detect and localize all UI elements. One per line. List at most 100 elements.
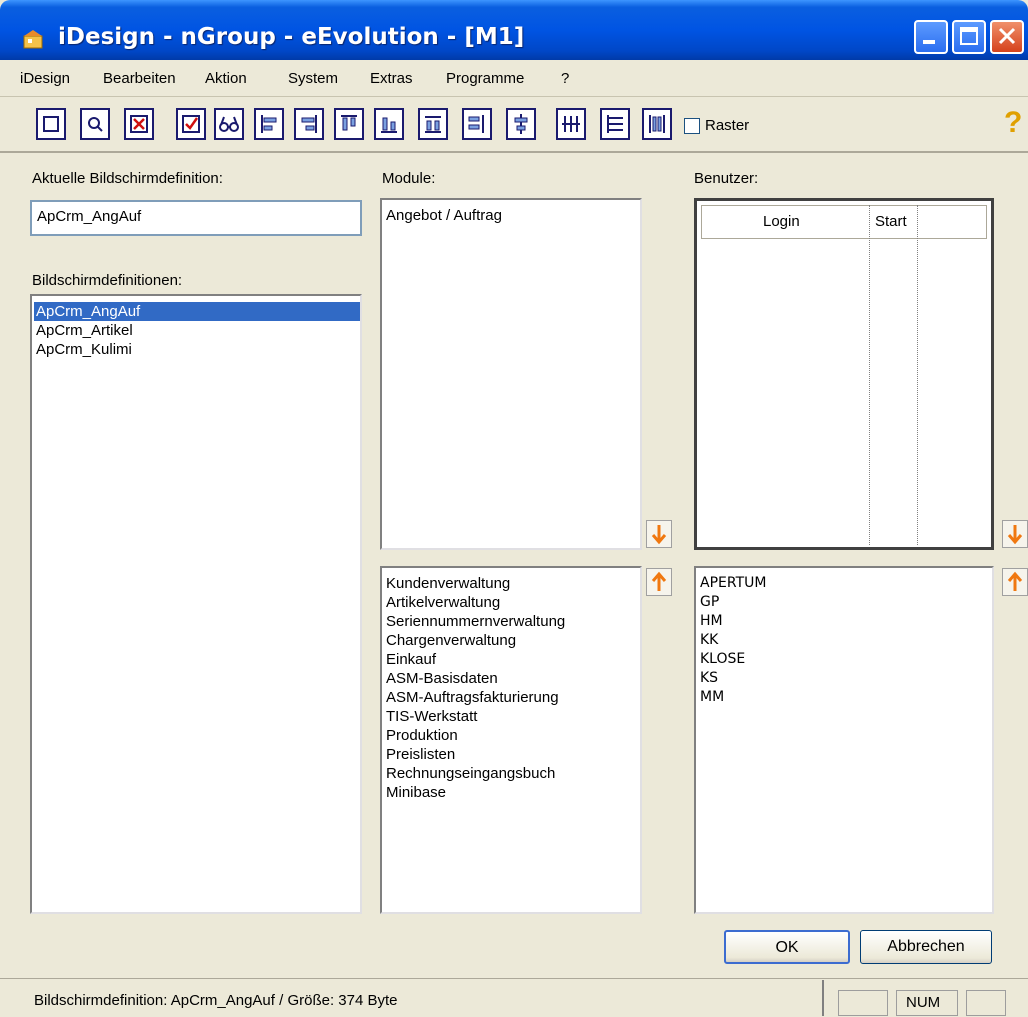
column-header-start[interactable]: Start	[875, 213, 907, 230]
column-divider	[869, 205, 871, 545]
minimize-button[interactable]	[914, 20, 948, 54]
glasses-button[interactable]	[214, 108, 244, 140]
module-item[interactable]: Angebot / Auftrag	[386, 206, 502, 225]
current-definition-label: Aktuelle Bildschirmdefinition:	[32, 170, 223, 187]
arrow-up-icon	[651, 571, 667, 591]
status-panel-empty	[838, 990, 888, 1016]
close-button[interactable]	[990, 20, 1024, 54]
module-item[interactable]: Kundenverwaltung	[386, 574, 510, 593]
available-users-list[interactable]: APERTUM GP HM KK KLOSE KS MM	[694, 566, 994, 914]
move-down-modules-button[interactable]	[646, 520, 672, 548]
available-modules-list[interactable]: Kundenverwaltung Artikelverwaltung Serie…	[380, 566, 642, 914]
menu-extras[interactable]: Extras	[370, 70, 413, 87]
module-item[interactable]: ASM-Auftragsfakturierung	[386, 688, 559, 707]
glasses-icon	[219, 116, 239, 132]
status-panel-scroll	[966, 990, 1006, 1016]
move-up-users-button[interactable]	[1002, 568, 1028, 596]
help-icon[interactable]: ?	[1004, 106, 1022, 140]
module-item[interactable]: Seriennummernverwaltung	[386, 612, 565, 631]
maximize-button[interactable]	[952, 20, 986, 54]
delete-button[interactable]	[124, 108, 154, 140]
align-right-button[interactable]	[294, 108, 324, 140]
menu-system[interactable]: System	[288, 70, 338, 87]
grid-columns-button[interactable]	[556, 108, 586, 140]
menu-help[interactable]: ?	[561, 70, 569, 87]
title-bar[interactable]: iDesign - nGroup - eEvolution - [M1]	[0, 0, 1028, 60]
distribute-vertical-icon	[649, 115, 665, 133]
check-icon	[182, 115, 200, 133]
menu-bearbeiten[interactable]: Bearbeiten	[103, 70, 176, 87]
spacing-button[interactable]	[418, 108, 448, 140]
grid-header	[701, 205, 987, 239]
module-item[interactable]: Artikelverwaltung	[386, 593, 500, 612]
status-divider	[822, 980, 824, 1016]
new-icon	[43, 116, 59, 132]
raster-checkbox[interactable]	[684, 118, 700, 134]
align-bottom-icon	[381, 117, 397, 133]
module-item[interactable]: Produktion	[386, 726, 458, 745]
align-top-icon	[341, 115, 357, 131]
arrow-up-icon	[1007, 571, 1023, 591]
grid-rows-icon	[607, 115, 623, 133]
preview-icon	[88, 117, 103, 132]
module-item[interactable]: Rechnungseingangsbuch	[386, 764, 555, 783]
status-text: Bildschirmdefinition: ApCrm_AngAuf / Grö…	[34, 992, 398, 1009]
definition-item[interactable]: ApCrm_Artikel	[36, 321, 133, 340]
arrow-down-icon	[1007, 525, 1023, 545]
user-item[interactable]: KK	[700, 631, 718, 650]
ok-button[interactable]: OK	[724, 930, 850, 964]
definition-item[interactable]: ApCrm_AngAuf	[34, 302, 360, 321]
definitions-label: Bildschirmdefinitionen:	[32, 272, 183, 289]
menu-aktion[interactable]: Aktion	[205, 70, 247, 87]
module-item[interactable]: Preislisten	[386, 745, 455, 764]
definitions-list[interactable]: ApCrm_AngAuf ApCrm_Artikel ApCrm_Kulimi	[30, 294, 362, 914]
module-item[interactable]: Einkauf	[386, 650, 436, 669]
user-item[interactable]: GP	[700, 593, 719, 612]
align-left-button[interactable]	[254, 108, 284, 140]
user-item[interactable]: MM	[700, 688, 724, 707]
modules-label: Module:	[382, 170, 436, 187]
num-indicator: NUM	[906, 994, 941, 1011]
align-right-icon	[301, 115, 317, 133]
column-header-login[interactable]: Login	[763, 213, 800, 230]
menu-idesign[interactable]: iDesign	[20, 70, 70, 87]
user-item[interactable]: HM	[700, 612, 723, 631]
move-down-users-button[interactable]	[1002, 520, 1028, 548]
menu-programme[interactable]: Programme	[446, 70, 524, 87]
assigned-modules-list[interactable]: Angebot / Auftrag	[380, 198, 642, 550]
assigned-users-grid[interactable]: Login Start	[694, 198, 994, 550]
current-definition-value: ApCrm_AngAuf	[37, 208, 142, 225]
user-item[interactable]: APERTUM	[700, 574, 766, 593]
center-button[interactable]	[506, 108, 536, 140]
minimize-icon	[923, 40, 935, 44]
users-label: Benutzer:	[694, 170, 759, 187]
module-item[interactable]: Minibase	[386, 783, 446, 802]
user-item[interactable]: KS	[700, 669, 718, 688]
close-icon	[998, 27, 1016, 45]
module-item[interactable]: ASM-Basisdaten	[386, 669, 498, 688]
definition-item[interactable]: ApCrm_Kulimi	[36, 340, 132, 359]
distribute-horizontal-button[interactable]	[462, 108, 492, 140]
window-title: iDesign - nGroup - eEvolution - [M1]	[58, 24, 525, 50]
move-up-modules-button[interactable]	[646, 568, 672, 596]
distribute-horizontal-icon	[468, 115, 484, 133]
grid-rows-button[interactable]	[600, 108, 630, 140]
preview-button[interactable]	[80, 108, 110, 140]
arrow-down-icon	[651, 525, 667, 545]
cancel-button[interactable]: Abbrechen	[860, 930, 992, 964]
delete-icon	[130, 115, 148, 133]
new-button[interactable]	[36, 108, 66, 140]
distribute-vertical-button[interactable]	[642, 108, 672, 140]
align-top-button[interactable]	[334, 108, 364, 140]
module-item[interactable]: TIS-Werkstatt	[386, 707, 477, 726]
align-left-icon	[261, 115, 277, 133]
center-icon	[514, 114, 528, 134]
maximize-icon	[960, 27, 978, 45]
spacing-icon	[425, 116, 441, 133]
application-window: iDesign - nGroup - eEvolution - [M1] iDe…	[0, 0, 1028, 1017]
module-item[interactable]: Chargenverwaltung	[386, 631, 516, 650]
align-bottom-button[interactable]	[374, 108, 404, 140]
column-divider	[917, 205, 919, 545]
check-button[interactable]	[176, 108, 206, 140]
user-item[interactable]: KLOSE	[700, 650, 745, 669]
